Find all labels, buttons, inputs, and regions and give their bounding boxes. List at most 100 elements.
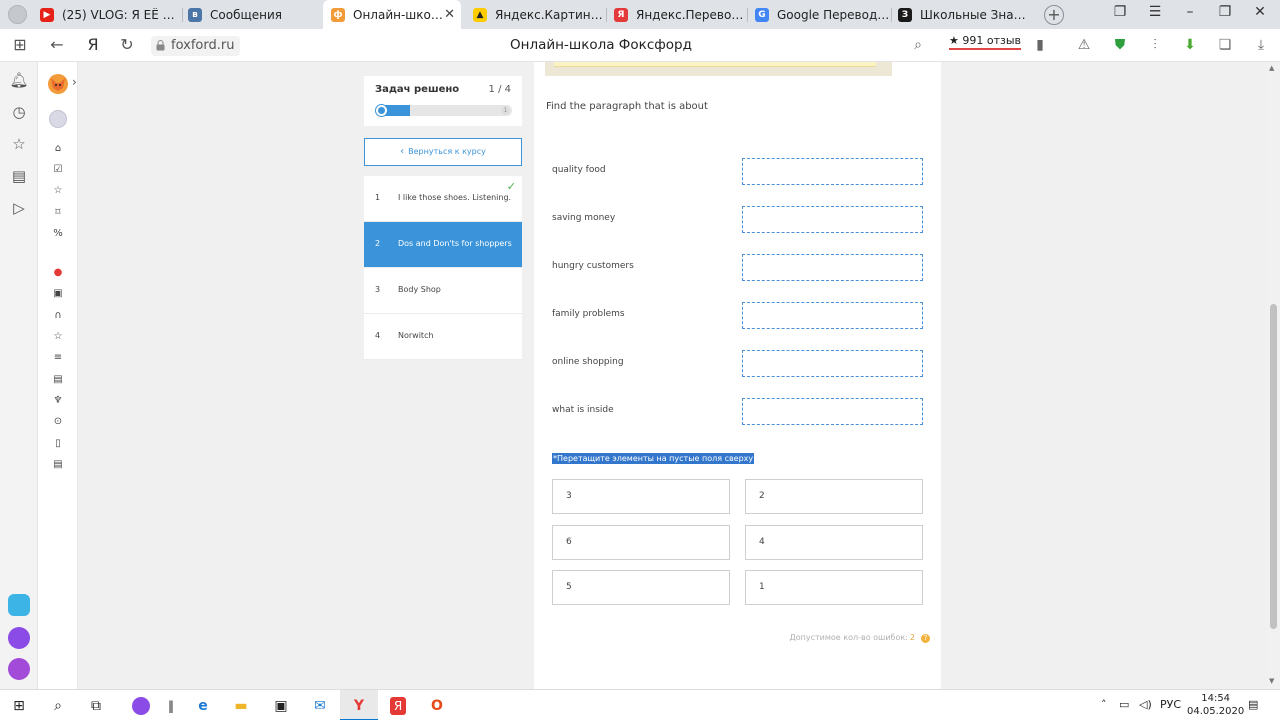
drag-tile[interactable]: 1 xyxy=(745,570,923,605)
new-tab-button[interactable]: + xyxy=(1044,5,1064,25)
tab-yandex-translate[interactable]: Я Яндекс.Переводчик – xyxy=(614,0,744,29)
document-icon[interactable]: ▤ xyxy=(52,459,64,471)
minimize-icon[interactable]: – xyxy=(1180,4,1200,20)
history-clock-icon[interactable]: ◷ xyxy=(9,102,29,122)
expand-chevron-icon[interactable]: › xyxy=(72,75,77,89)
task-list: 1 I like those shoes. Listening. ✓ 2 Dos… xyxy=(364,176,522,360)
downloads-icon[interactable]: ⤓ xyxy=(1252,36,1270,54)
back-to-course-button[interactable]: ‹ Вернуться к курсу xyxy=(364,138,522,166)
alice-app-icon[interactable] xyxy=(8,627,30,649)
tab-youtube[interactable]: ▶ (25) VLOG: Я ЕЁ ПОДМ xyxy=(40,0,180,29)
back-to-course-label: Вернуться к курсу xyxy=(408,147,486,156)
match-row: saving money xyxy=(552,206,923,233)
task-item-4[interactable]: 4 Norwitch xyxy=(364,314,522,360)
allowed-errors-label: Допустимое кол-во ошибок: xyxy=(789,633,908,642)
drop-zone[interactable] xyxy=(742,398,923,425)
task-view-icon[interactable]: ⧉ xyxy=(85,695,107,717)
volume-icon[interactable]: ◁) xyxy=(1139,698,1152,711)
user-avatar-icon[interactable] xyxy=(49,110,67,128)
search-icon[interactable]: ⌕ xyxy=(47,695,69,717)
profile-avatar-icon[interactable] xyxy=(8,5,27,24)
restore-icon[interactable]: ❐ xyxy=(1215,4,1235,20)
star-icon[interactable]: ☆ xyxy=(52,185,64,197)
settings-sliders-icon[interactable]: ⫶ xyxy=(1146,36,1164,54)
headphones-icon[interactable]: ∩ xyxy=(52,310,64,322)
reader-icon[interactable]: ⚠ xyxy=(1075,36,1093,54)
archive-icon[interactable]: ▤ xyxy=(52,374,64,386)
foxford-logo-icon[interactable] xyxy=(48,74,68,94)
help-icon[interactable]: ? xyxy=(921,634,930,643)
windows-start-icon[interactable]: ⊞ xyxy=(8,695,30,717)
target-icon[interactable]: ⊙ xyxy=(52,416,64,428)
drag-tile[interactable]: 2 xyxy=(745,479,923,514)
drop-zone[interactable] xyxy=(742,206,923,233)
drag-tile[interactable]: 6 xyxy=(552,525,730,560)
language-indicator[interactable]: РУС xyxy=(1160,698,1181,711)
reviews-badge[interactable]: ★ 991 отзыв xyxy=(949,34,1022,50)
task-item-1[interactable]: 1 I like those shoes. Listening. ✓ xyxy=(364,176,522,222)
yandex-translate-icon: Я xyxy=(614,7,628,22)
collections-icon[interactable]: ❏ xyxy=(1216,36,1234,54)
notification-center-icon[interactable]: ▤ xyxy=(1248,698,1258,711)
collections-icon[interactable]: ▤ xyxy=(9,166,29,186)
bookmark-icon[interactable]: ▮ xyxy=(1031,36,1049,54)
close-tab-icon[interactable]: ✕ xyxy=(444,7,455,22)
chevron-up-icon[interactable]: ˄ xyxy=(1101,698,1107,711)
scroll-up-icon[interactable]: ▲ xyxy=(1269,64,1274,72)
menu-icon[interactable]: ☰ xyxy=(1145,4,1165,20)
yandex-app-icon[interactable]: Я xyxy=(387,695,409,717)
system-clock[interactable]: 14:54 04.05.2020 xyxy=(1187,692,1244,718)
search-icon[interactable]: ⌕ xyxy=(909,36,927,54)
exercise-panel: Find the paragraph that is about quality… xyxy=(534,62,941,689)
trophy-icon[interactable]: ♆ xyxy=(52,395,64,407)
file-explorer-icon[interactable]: ▬ xyxy=(230,695,252,717)
download-extension-icon[interactable]: ⬇ xyxy=(1181,36,1199,54)
tab-yandex-images[interactable]: ▲ Яндекс.Картинки: пои xyxy=(473,0,603,29)
fire-icon[interactable]: ● xyxy=(52,267,64,279)
mail-icon[interactable]: ✉ xyxy=(309,695,331,717)
task-item-3[interactable]: 3 Body Shop xyxy=(364,268,522,314)
list-icon[interactable]: ≡ xyxy=(52,352,64,364)
protect-shield-icon[interactable]: ⛊ xyxy=(1111,36,1129,54)
book-icon[interactable]: ▣ xyxy=(52,288,64,300)
tab-vk-messages[interactable]: в Сообщения xyxy=(188,0,318,29)
star-outline-icon[interactable]: ☆ xyxy=(52,331,64,343)
drop-zone[interactable] xyxy=(742,350,923,377)
network-icon[interactable]: ▭ xyxy=(1119,698,1129,711)
drag-tile[interactable]: 3 xyxy=(552,479,730,514)
favorites-star-icon[interactable]: ☆ xyxy=(9,134,29,154)
close-window-icon[interactable]: ✕ xyxy=(1250,4,1270,20)
drag-tile[interactable]: 4 xyxy=(745,525,923,560)
task-item-2[interactable]: 2 Dos and Don'ts for shoppers xyxy=(364,222,522,268)
office-icon[interactable]: O xyxy=(426,695,448,717)
tab-znanija[interactable]: З Школьные Знания.com xyxy=(898,0,1026,29)
notifications-bell-icon[interactable]: 🔔︎ xyxy=(9,70,29,90)
percent-icon[interactable]: % xyxy=(52,228,64,240)
tab-title: Сообщения xyxy=(210,7,283,22)
yandex-browser-icon[interactable]: Y xyxy=(348,695,370,717)
drop-zone[interactable] xyxy=(742,158,923,185)
messenger-app-icon[interactable] xyxy=(8,594,30,616)
scroll-thumb[interactable] xyxy=(1270,304,1277,629)
scroll-down-icon[interactable]: ▼ xyxy=(1269,677,1274,685)
alice-taskbar-icon[interactable] xyxy=(130,695,152,717)
drag-tile[interactable]: 5 xyxy=(552,570,730,605)
store-icon[interactable]: ▣ xyxy=(270,695,292,717)
home-icon[interactable]: ⌂ xyxy=(52,143,64,155)
yandex-images-icon: ▲ xyxy=(473,7,487,22)
progress-count: 1 / 4 xyxy=(488,84,511,95)
edge-icon[interactable]: e xyxy=(192,695,214,717)
match-label: hungry customers xyxy=(552,261,634,271)
drop-zone[interactable] xyxy=(742,302,923,329)
play-icon[interactable]: ▷ xyxy=(9,198,29,218)
tag-icon[interactable]: ⌑ xyxy=(52,207,64,219)
drop-zone[interactable] xyxy=(742,254,923,281)
notebook-icon[interactable]: ▯ xyxy=(52,438,64,450)
page-scrollbar[interactable]: ▲ ▼ xyxy=(1267,62,1280,689)
tab-foxford[interactable]: ф Онлайн-школа Фок ✕ xyxy=(323,0,461,29)
tab-manager-icon[interactable]: ❐ xyxy=(1110,4,1130,20)
apps-grid-icon[interactable] xyxy=(9,38,29,58)
tab-google-translate[interactable]: G Google Переводчик xyxy=(755,0,890,29)
assistant-app-icon[interactable] xyxy=(8,658,30,680)
tasks-icon[interactable]: ☑ xyxy=(52,164,64,176)
